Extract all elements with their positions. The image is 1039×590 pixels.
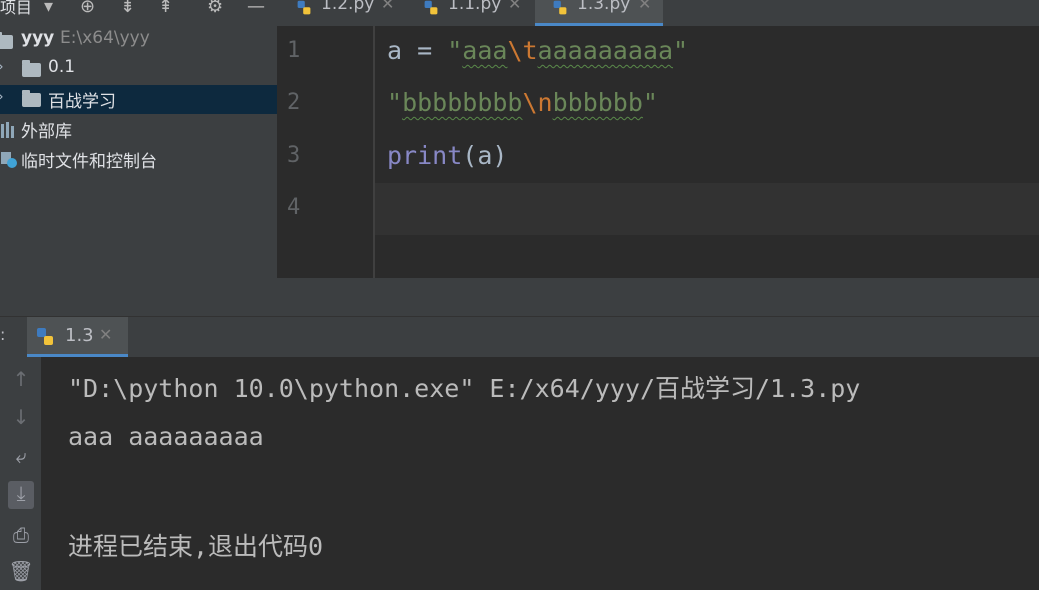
code-line-2[interactable]: "bbbbbbbb\nbbbbbb"	[387, 88, 658, 117]
run-tab[interactable]: 1.3 ✕	[27, 317, 128, 357]
chevron-right-icon[interactable]: ›	[0, 89, 4, 105]
tree-item-label: 0.1	[48, 57, 76, 77]
close-icon[interactable]: ✕	[381, 0, 394, 13]
editor-footer-area	[277, 278, 1039, 316]
tree-item-external-libraries[interactable]: 外部库	[0, 115, 277, 144]
console-command-line: "D:\python 10.0\python.exe" E:/x64/yyy/百…	[68, 374, 861, 403]
code-token: a	[387, 36, 403, 65]
python-file-icon	[553, 0, 567, 15]
run-panel-label: :	[0, 325, 6, 344]
code-token: "	[387, 88, 403, 117]
tree-item-scratches[interactable]: 临时文件和控制台	[0, 145, 277, 174]
expand-icon[interactable]: ⇟	[120, 0, 135, 17]
arrow-down-icon[interactable]: ↓	[8, 405, 34, 433]
code-token: bbbbbbbb	[402, 88, 523, 117]
root-path: E:\x64\yyy	[60, 28, 150, 48]
tab-label: 1.3.py	[577, 0, 631, 14]
line-number: 4	[287, 195, 301, 220]
minimize-icon[interactable]: —	[247, 0, 265, 17]
folder-icon	[22, 90, 41, 107]
trash-icon[interactable]: 🗑	[8, 559, 34, 587]
close-icon[interactable]: ✕	[99, 325, 112, 344]
target-icon[interactable]: ⊕	[80, 0, 95, 17]
code-token: aaa	[462, 36, 508, 65]
code-token: "	[673, 36, 689, 65]
library-icon	[1, 122, 14, 138]
code-token: \t	[507, 36, 538, 65]
line-number: 1	[287, 38, 301, 63]
chevron-right-icon[interactable]: ›	[0, 59, 4, 75]
close-icon[interactable]: ✕	[638, 0, 651, 13]
code-token: print	[387, 141, 463, 170]
code-token: (a)	[462, 141, 508, 170]
code-line-1[interactable]: a = "aaa\taaaaaaaaa"	[387, 36, 688, 65]
project-view-label[interactable]: 项目	[0, 0, 32, 18]
code-token: "	[642, 88, 658, 117]
current-line-highlight	[375, 183, 1039, 235]
tree-item-label: 外部库	[21, 122, 72, 142]
tab-label: 1.2.py	[321, 0, 375, 14]
tree-root[interactable]: yyy E:\x64\yyy	[0, 26, 277, 55]
console-output-line: aaa aaaaaaaaa	[68, 422, 264, 451]
tab-1-3-py[interactable]: 1.3.py ✕	[535, 0, 663, 26]
gutter-divider	[373, 26, 375, 278]
scroll-to-end-icon[interactable]: ⤓	[8, 481, 34, 509]
python-file-icon	[297, 0, 311, 15]
project-tree: yyy E:\x64\yyy › 0.1 › 百战学习 外部库 临时文件和控制台	[0, 26, 277, 316]
scratches-icon	[1, 152, 17, 168]
chevron-down-icon[interactable]: ▾	[44, 0, 53, 17]
code-line-3[interactable]: print(a)	[387, 141, 507, 170]
gear-icon[interactable]: ⚙	[207, 0, 223, 17]
code-token: "	[447, 36, 463, 65]
tree-item-label: 临时文件和控制台	[21, 152, 157, 172]
code-token: aaaaaaaaa	[537, 36, 674, 65]
code-token: \n	[522, 88, 553, 117]
python-icon	[37, 328, 53, 345]
python-file-icon	[424, 0, 438, 15]
run-side-toolbar: ↑ ↓ ⤶ ⤓ ⎙ 🗑	[0, 357, 41, 590]
close-icon[interactable]: ✕	[508, 0, 521, 13]
soft-wrap-icon[interactable]: ⤶	[8, 444, 34, 472]
print-icon[interactable]: ⎙	[8, 523, 34, 551]
project-toolbar: 项目 ▾ ⊕ ⇟ ⇞ ⚙ —	[0, 0, 277, 26]
folder-icon	[0, 32, 13, 49]
tree-item-baizhan[interactable]: › 百战学习	[0, 85, 277, 114]
folder-icon	[22, 60, 41, 77]
tab-1-1-py[interactable]: 1.1.py ✕	[412, 0, 527, 26]
tree-item-label: 百战学习	[48, 92, 116, 112]
line-number: 2	[287, 90, 301, 115]
editor-tab-bar: 1.2.py ✕ 1.1.py ✕ 1.3.py ✕	[277, 0, 1039, 27]
tab-1-2-py[interactable]: 1.2.py ✕	[287, 0, 402, 26]
line-number: 3	[287, 143, 301, 168]
tree-item-0-1[interactable]: › 0.1	[0, 55, 277, 84]
code-token: bbbbbb	[552, 88, 643, 117]
code-token: =	[402, 36, 448, 65]
console-exit-line: 进程已结束,退出代码0	[68, 532, 324, 561]
run-panel-header: : 1.3 ✕	[0, 316, 1039, 358]
root-name: yyy	[21, 28, 55, 48]
tab-label: 1.1.py	[448, 0, 502, 14]
collapse-icon[interactable]: ⇞	[158, 0, 173, 17]
run-tab-label: 1.3	[65, 325, 94, 346]
arrow-up-icon[interactable]: ↑	[8, 367, 34, 395]
